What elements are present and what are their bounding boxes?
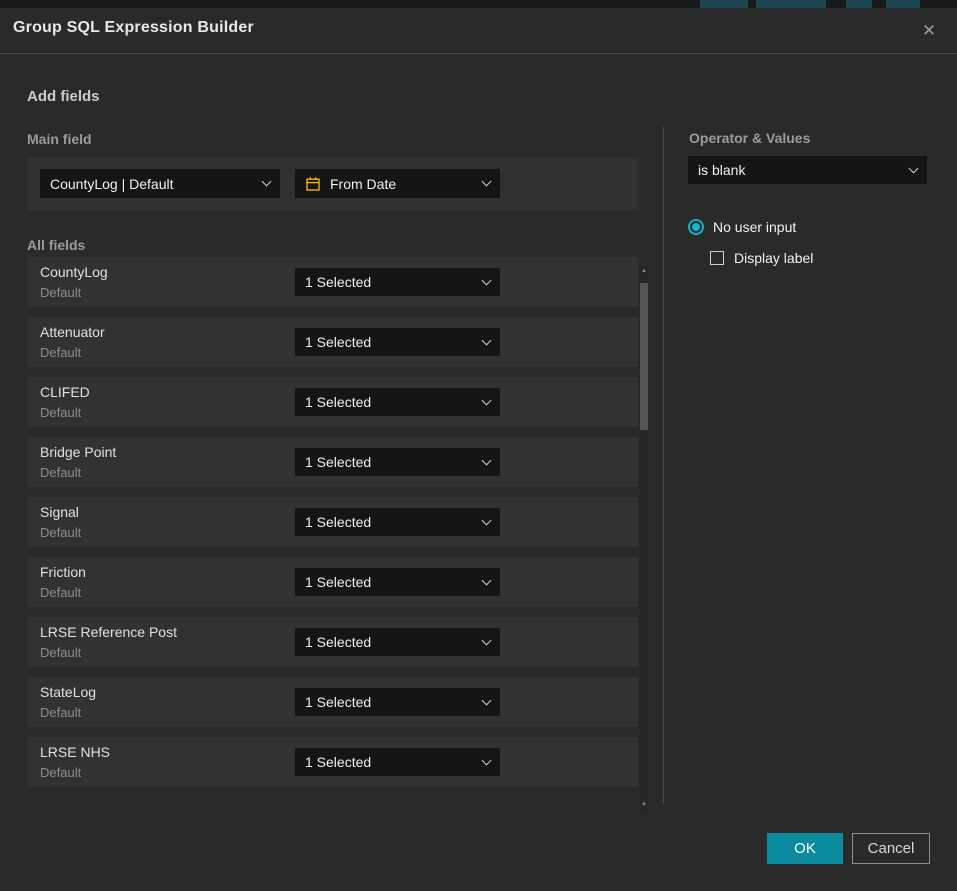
field-name: CLIFED	[40, 384, 90, 400]
field-subtitle: Default	[40, 765, 81, 780]
main-layer-select-value: CountyLog | Default	[50, 176, 255, 192]
field-subtitle: Default	[40, 525, 81, 540]
ok-button[interactable]: OK	[767, 833, 843, 864]
field-subtitle: Default	[40, 465, 81, 480]
field-subtitle: Default	[40, 645, 81, 660]
radio-selected-icon	[688, 219, 704, 235]
field-row-lrse-nhs: LRSE NHS Default 1 Selected	[27, 737, 638, 787]
field-selection-value: 1 Selected	[305, 394, 475, 410]
checkbox-label: Display label	[734, 250, 813, 266]
field-subtitle: Default	[40, 585, 81, 600]
field-row-signal: Signal Default 1 Selected	[27, 497, 638, 547]
main-field-select[interactable]: From Date	[295, 169, 500, 198]
field-selection-value: 1 Selected	[305, 514, 475, 530]
field-selection-value: 1 Selected	[305, 274, 475, 290]
field-name: Friction	[40, 564, 86, 580]
radio-dot	[692, 223, 700, 231]
field-selection-dropdown[interactable]: 1 Selected	[295, 448, 500, 476]
field-selection-dropdown[interactable]: 1 Selected	[295, 748, 500, 776]
field-name: Bridge Point	[40, 444, 116, 460]
display-label-checkbox[interactable]: Display label	[710, 250, 813, 266]
field-subtitle: Default	[40, 405, 81, 420]
chevron-down-icon	[482, 395, 492, 405]
close-icon[interactable]: ✕	[915, 17, 943, 45]
field-selection-dropdown[interactable]: 1 Selected	[295, 388, 500, 416]
field-selection-value: 1 Selected	[305, 754, 475, 770]
group-sql-expression-builder-dialog: Group SQL Expression Builder ✕ Add field…	[0, 8, 957, 891]
calendar-icon	[305, 176, 321, 192]
add-fields-heading: Add fields	[27, 88, 100, 105]
chevron-down-icon	[262, 177, 272, 187]
field-name: StateLog	[40, 684, 96, 700]
chevron-down-icon	[482, 695, 492, 705]
field-name: Attenuator	[40, 324, 105, 340]
field-row-statelog: StateLog Default 1 Selected	[27, 677, 638, 727]
field-list-scrollbar[interactable]: ▲ ▼	[639, 265, 649, 811]
chevron-down-icon	[482, 515, 492, 525]
no-user-input-radio[interactable]: No user input	[688, 219, 796, 235]
dialog-titlebar: Group SQL Expression Builder ✕	[0, 8, 957, 54]
field-selection-value: 1 Selected	[305, 574, 475, 590]
cancel-button[interactable]: Cancel	[852, 833, 930, 864]
scroll-down-icon[interactable]: ▼	[639, 800, 649, 810]
field-subtitle: Default	[40, 705, 81, 720]
chevron-down-icon	[482, 575, 492, 585]
chevron-down-icon	[482, 177, 492, 187]
field-selection-dropdown[interactable]: 1 Selected	[295, 508, 500, 536]
field-selection-dropdown[interactable]: 1 Selected	[295, 268, 500, 296]
field-selection-value: 1 Selected	[305, 634, 475, 650]
field-row-attenuator: Attenuator Default 1 Selected	[27, 317, 638, 367]
field-name: LRSE Reference Post	[40, 624, 177, 640]
radio-label: No user input	[713, 219, 796, 235]
scrollbar-thumb[interactable]	[640, 283, 648, 430]
background-fragment	[886, 0, 920, 8]
field-name: Signal	[40, 504, 79, 520]
field-selection-value: 1 Selected	[305, 694, 475, 710]
field-row-lrse-reference-post: LRSE Reference Post Default 1 Selected	[27, 617, 638, 667]
field-selection-value: 1 Selected	[305, 334, 475, 350]
field-selection-value: 1 Selected	[305, 454, 475, 470]
main-layer-select[interactable]: CountyLog | Default	[40, 169, 280, 198]
main-field-select-value: From Date	[330, 176, 475, 192]
field-row-bridge-point: Bridge Point Default 1 Selected	[27, 437, 638, 487]
background-app-strip	[0, 0, 957, 8]
main-field-label: Main field	[27, 131, 92, 147]
background-fragment	[846, 0, 872, 8]
chevron-down-icon	[482, 335, 492, 345]
field-selection-dropdown[interactable]: 1 Selected	[295, 568, 500, 596]
all-fields-label: All fields	[27, 237, 85, 253]
main-field-container: CountyLog | Default From Date	[27, 158, 638, 210]
chevron-down-icon	[482, 755, 492, 765]
dialog-title: Group SQL Expression Builder	[13, 19, 254, 37]
field-row-clifed: CLIFED Default 1 Selected	[27, 377, 638, 427]
field-row-countylog: CountyLog Default 1 Selected	[27, 257, 638, 307]
field-selection-dropdown[interactable]: 1 Selected	[295, 688, 500, 716]
panel-divider	[663, 127, 664, 803]
screen: Group SQL Expression Builder ✕ Add field…	[0, 0, 957, 891]
chevron-down-icon	[482, 275, 492, 285]
operator-select-value: is blank	[698, 162, 902, 178]
background-fragment	[756, 0, 826, 8]
operator-values-label: Operator & Values	[689, 130, 810, 146]
all-fields-list: CountyLog Default 1 Selected Attenuator …	[27, 257, 638, 797]
field-subtitle: Default	[40, 285, 81, 300]
field-selection-dropdown[interactable]: 1 Selected	[295, 328, 500, 356]
scroll-up-icon[interactable]: ▲	[639, 266, 649, 276]
checkbox-unchecked-icon	[710, 251, 724, 265]
chevron-down-icon	[909, 163, 919, 173]
chevron-down-icon	[482, 455, 492, 465]
field-row-friction: Friction Default 1 Selected	[27, 557, 638, 607]
operator-select[interactable]: is blank	[688, 156, 927, 184]
chevron-down-icon	[482, 635, 492, 645]
field-selection-dropdown[interactable]: 1 Selected	[295, 628, 500, 656]
field-name: CountyLog	[40, 264, 108, 280]
background-fragment	[700, 0, 748, 8]
field-subtitle: Default	[40, 345, 81, 360]
field-name: LRSE NHS	[40, 744, 110, 760]
